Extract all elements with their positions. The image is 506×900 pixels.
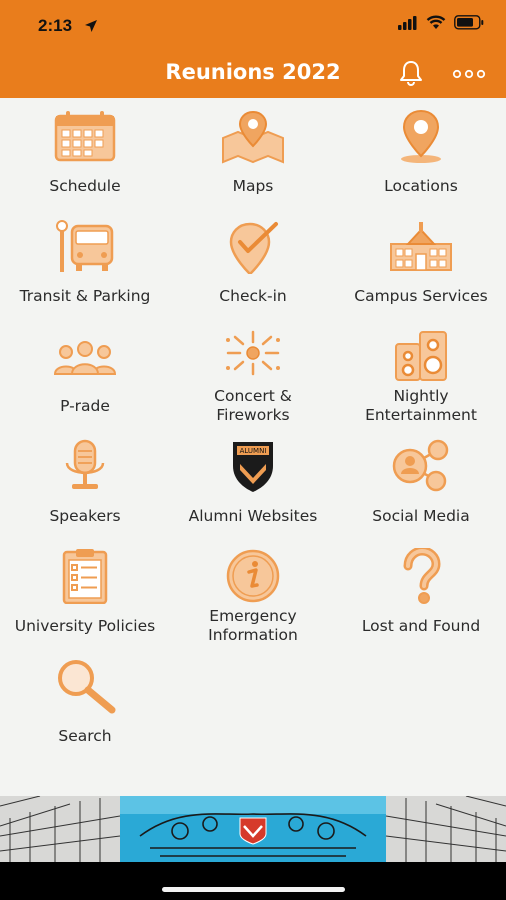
- status-bar: 2:13: [0, 0, 506, 52]
- tile-label: Maps: [232, 177, 274, 195]
- tile-label: Social Media: [372, 507, 470, 525]
- calendar-icon: [54, 111, 116, 162]
- search-icon: [58, 660, 116, 714]
- tile-label: Concert & Fireworks: [214, 387, 292, 424]
- notifications-bell-icon[interactable]: [396, 58, 426, 88]
- map-icon: [222, 110, 284, 164]
- tile-check-in[interactable]: Check-in: [169, 212, 337, 322]
- tile-emergency-information[interactable]: Emergency Information: [169, 542, 337, 652]
- campus-gate-banner: [0, 796, 506, 862]
- signal-icon: [398, 15, 417, 30]
- social-network-icon: [392, 439, 449, 492]
- tile-transit-parking[interactable]: Transit & Parking: [1, 212, 169, 322]
- tile-p-rade[interactable]: P-rade: [1, 322, 169, 432]
- home-indicator[interactable]: [162, 887, 345, 892]
- check-in-pin-icon: [229, 222, 278, 274]
- tile-label: Alumni Websites: [188, 507, 318, 525]
- tile-label: Speakers: [49, 507, 121, 525]
- clipboard-icon: [62, 549, 108, 604]
- shield-text: ALUMNI: [240, 447, 267, 455]
- speaker-icon: [395, 331, 447, 381]
- bottom-bar: [0, 862, 506, 900]
- location-pin-icon: [401, 109, 441, 163]
- wifi-icon: [426, 15, 446, 29]
- building-icon: [390, 222, 452, 271]
- fireworks-icon: [226, 330, 280, 376]
- tile-social-media[interactable]: Social Media: [337, 432, 505, 542]
- more-options-icon[interactable]: [448, 62, 490, 86]
- tile-label: Nightly Entertainment: [365, 387, 477, 424]
- tile-university-policies[interactable]: University Policies: [1, 542, 169, 652]
- tile-nightly-entertainment[interactable]: Nightly Entertainment: [337, 322, 505, 432]
- tile-concert-fireworks[interactable]: Concert & Fireworks: [169, 322, 337, 432]
- tile-maps[interactable]: Maps: [169, 102, 337, 212]
- tile-locations[interactable]: Locations: [337, 102, 505, 212]
- tile-speakers[interactable]: Speakers: [1, 432, 169, 542]
- tile-label: Transit & Parking: [19, 287, 151, 305]
- people-icon: [53, 341, 117, 375]
- tile-schedule[interactable]: Schedule: [1, 102, 169, 212]
- bus-icon: [56, 220, 114, 272]
- alumni-shield-icon: ALUMNI: [233, 442, 273, 492]
- tile-label: Schedule: [49, 177, 121, 195]
- campus-gate-illustration: [0, 796, 506, 862]
- tile-label: Emergency Information: [208, 607, 298, 644]
- app-header: Reunions 2022: [0, 52, 506, 98]
- question-mark-icon: [403, 548, 441, 604]
- location-arrow-icon: [85, 20, 97, 32]
- tile-label: Check-in: [219, 287, 287, 305]
- tile-label: P-rade: [60, 397, 110, 415]
- info-icon: [226, 549, 280, 603]
- tile-label: Locations: [384, 177, 458, 195]
- tile-search[interactable]: Search: [1, 652, 169, 762]
- tile-alumni-websites[interactable]: ALUMNI Alumni Websites: [169, 432, 337, 542]
- microphone-icon: [65, 439, 105, 489]
- tile-label: University Policies: [14, 617, 156, 635]
- tile-lost-and-found[interactable]: Lost and Found: [337, 542, 505, 652]
- status-icons: [398, 15, 484, 30]
- tile-label: Search: [58, 727, 112, 745]
- tile-label: Lost and Found: [361, 617, 481, 635]
- battery-icon: [454, 15, 484, 30]
- tile-label: Campus Services: [354, 287, 488, 305]
- page-title: Reunions 2022: [165, 60, 341, 84]
- tile-campus-services[interactable]: Campus Services: [337, 212, 505, 322]
- status-time: 2:13: [38, 16, 73, 35]
